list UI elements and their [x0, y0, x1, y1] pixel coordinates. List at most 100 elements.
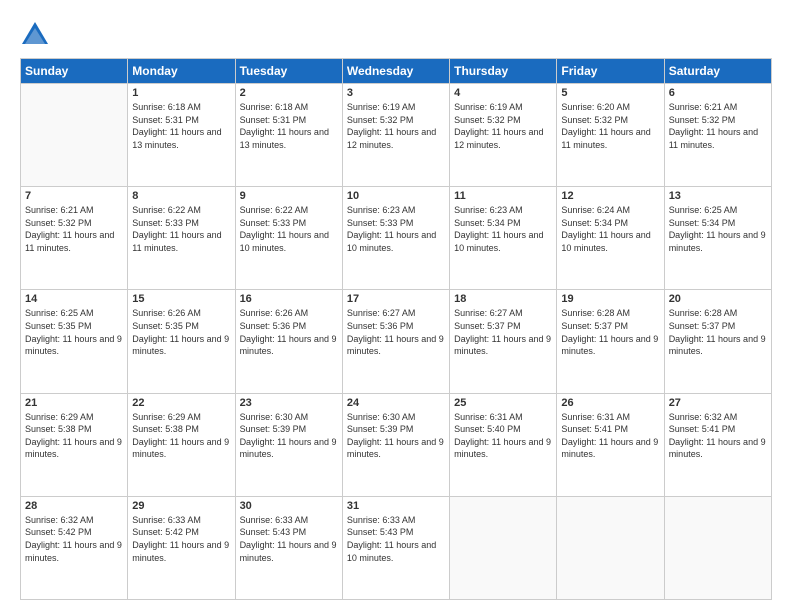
day-number: 17 — [347, 293, 445, 305]
day-info: Sunrise: 6:27 AMSunset: 5:37 PMDaylight:… — [454, 307, 552, 357]
calendar-cell — [557, 496, 664, 599]
calendar-cell: 10 Sunrise: 6:23 AMSunset: 5:33 PMDayligh… — [342, 187, 449, 290]
day-info: Sunrise: 6:33 AMSunset: 5:43 PMDaylight:… — [347, 514, 445, 564]
calendar-cell — [664, 496, 771, 599]
calendar-cell: 19 Sunrise: 6:28 AMSunset: 5:37 PMDayligh… — [557, 290, 664, 393]
weekday-header-tuesday: Tuesday — [235, 59, 342, 84]
day-info: Sunrise: 6:31 AMSunset: 5:41 PMDaylight:… — [561, 411, 659, 461]
day-number: 3 — [347, 87, 445, 99]
weekday-header-monday: Monday — [128, 59, 235, 84]
calendar-cell: 1 Sunrise: 6:18 AMSunset: 5:31 PMDaylight… — [128, 84, 235, 187]
calendar-cell: 15 Sunrise: 6:26 AMSunset: 5:35 PMDayligh… — [128, 290, 235, 393]
day-number: 2 — [240, 87, 338, 99]
logo-icon — [20, 18, 50, 48]
day-info: Sunrise: 6:26 AMSunset: 5:35 PMDaylight:… — [132, 307, 230, 357]
day-info: Sunrise: 6:29 AMSunset: 5:38 PMDaylight:… — [132, 411, 230, 461]
calendar-cell: 8 Sunrise: 6:22 AMSunset: 5:33 PMDaylight… — [128, 187, 235, 290]
calendar-cell: 6Sunrise: 6:21 AMSunset: 5:32 PMDaylight… — [664, 84, 771, 187]
day-info: Sunrise: 6:26 AMSunset: 5:36 PMDaylight:… — [240, 307, 338, 357]
calendar-cell: 18 Sunrise: 6:27 AMSunset: 5:37 PMDayligh… — [450, 290, 557, 393]
calendar-table: SundayMondayTuesdayWednesdayThursdayFrid… — [20, 58, 772, 600]
calendar-cell: 14Sunrise: 6:25 AMSunset: 5:35 PMDayligh… — [21, 290, 128, 393]
day-info: Sunrise: 6:28 AMSunset: 5:37 PMDaylight:… — [561, 307, 659, 357]
day-info: Sunrise: 6:32 AMSunset: 5:41 PMDaylight:… — [669, 411, 767, 461]
day-info: Sunrise: 6:25 AMSunset: 5:34 PMDaylight:… — [669, 204, 767, 254]
day-info: Sunrise: 6:32 AMSunset: 5:42 PMDaylight:… — [25, 514, 123, 564]
day-info: Sunrise: 6:21 AMSunset: 5:32 PMDaylight:… — [669, 101, 767, 151]
day-number: 31 — [347, 500, 445, 512]
day-number: 15 — [132, 293, 230, 305]
day-info: Sunrise: 6:20 AMSunset: 5:32 PMDaylight:… — [561, 101, 659, 151]
calendar-week-4: 28 Sunrise: 6:32 AMSunset: 5:42 PMDayligh… — [21, 496, 772, 599]
weekday-header-wednesday: Wednesday — [342, 59, 449, 84]
weekday-header-thursday: Thursday — [450, 59, 557, 84]
day-number: 18 — [454, 293, 552, 305]
day-number: 9 — [240, 190, 338, 202]
calendar-header-row: SundayMondayTuesdayWednesdayThursdayFrid… — [21, 59, 772, 84]
header — [20, 18, 772, 48]
day-number: 21 — [25, 397, 123, 409]
calendar-cell: 26 Sunrise: 6:31 AMSunset: 5:41 PMDayligh… — [557, 393, 664, 496]
day-info: Sunrise: 6:24 AMSunset: 5:34 PMDaylight:… — [561, 204, 659, 254]
day-info: Sunrise: 6:18 AMSunset: 5:31 PMDaylight:… — [240, 101, 338, 151]
day-number: 14 — [25, 293, 123, 305]
day-info: Sunrise: 6:19 AMSunset: 5:32 PMDaylight:… — [347, 101, 445, 151]
day-info: Sunrise: 6:28 AMSunset: 5:37 PMDaylight:… — [669, 307, 767, 357]
day-number: 12 — [561, 190, 659, 202]
day-number: 29 — [132, 500, 230, 512]
day-info: Sunrise: 6:21 AMSunset: 5:32 PMDaylight:… — [25, 204, 123, 254]
day-number: 22 — [132, 397, 230, 409]
day-number: 8 — [132, 190, 230, 202]
day-info: Sunrise: 6:33 AMSunset: 5:42 PMDaylight:… — [132, 514, 230, 564]
page: SundayMondayTuesdayWednesdayThursdayFrid… — [0, 0, 792, 612]
calendar-cell — [450, 496, 557, 599]
calendar-week-2: 14Sunrise: 6:25 AMSunset: 5:35 PMDayligh… — [21, 290, 772, 393]
calendar-week-3: 21 Sunrise: 6:29 AMSunset: 5:38 PMDayligh… — [21, 393, 772, 496]
calendar-cell: 9 Sunrise: 6:22 AMSunset: 5:33 PMDaylight… — [235, 187, 342, 290]
day-number: 19 — [561, 293, 659, 305]
calendar-week-1: 7 Sunrise: 6:21 AMSunset: 5:32 PMDaylight… — [21, 187, 772, 290]
calendar-cell: 31 Sunrise: 6:33 AMSunset: 5:43 PMDayligh… — [342, 496, 449, 599]
day-info: Sunrise: 6:31 AMSunset: 5:40 PMDaylight:… — [454, 411, 552, 461]
day-info: Sunrise: 6:23 AMSunset: 5:34 PMDaylight:… — [454, 204, 552, 254]
weekday-header-friday: Friday — [557, 59, 664, 84]
day-info: Sunrise: 6:30 AMSunset: 5:39 PMDaylight:… — [240, 411, 338, 461]
calendar-cell: 25 Sunrise: 6:31 AMSunset: 5:40 PMDayligh… — [450, 393, 557, 496]
calendar-cell: 23 Sunrise: 6:30 AMSunset: 5:39 PMDayligh… — [235, 393, 342, 496]
calendar-cell: 2 Sunrise: 6:18 AMSunset: 5:31 PMDaylight… — [235, 84, 342, 187]
day-number: 27 — [669, 397, 767, 409]
day-number: 26 — [561, 397, 659, 409]
day-number: 23 — [240, 397, 338, 409]
day-number: 25 — [454, 397, 552, 409]
weekday-header-sunday: Sunday — [21, 59, 128, 84]
day-number: 24 — [347, 397, 445, 409]
day-number: 30 — [240, 500, 338, 512]
calendar-week-0: 1 Sunrise: 6:18 AMSunset: 5:31 PMDaylight… — [21, 84, 772, 187]
day-info: Sunrise: 6:23 AMSunset: 5:33 PMDaylight:… — [347, 204, 445, 254]
day-info: Sunrise: 6:18 AMSunset: 5:31 PMDaylight:… — [132, 101, 230, 151]
calendar-cell: 24 Sunrise: 6:30 AMSunset: 5:39 PMDayligh… — [342, 393, 449, 496]
calendar-cell: 5Sunrise: 6:20 AMSunset: 5:32 PMDaylight… — [557, 84, 664, 187]
calendar-cell: 16 Sunrise: 6:26 AMSunset: 5:36 PMDayligh… — [235, 290, 342, 393]
day-number: 10 — [347, 190, 445, 202]
day-info: Sunrise: 6:22 AMSunset: 5:33 PMDaylight:… — [132, 204, 230, 254]
day-info: Sunrise: 6:30 AMSunset: 5:39 PMDaylight:… — [347, 411, 445, 461]
day-info: Sunrise: 6:29 AMSunset: 5:38 PMDaylight:… — [25, 411, 123, 461]
calendar-cell: 12 Sunrise: 6:24 AMSunset: 5:34 PMDayligh… — [557, 187, 664, 290]
calendar-cell: 22 Sunrise: 6:29 AMSunset: 5:38 PMDayligh… — [128, 393, 235, 496]
day-info: Sunrise: 6:19 AMSunset: 5:32 PMDaylight:… — [454, 101, 552, 151]
day-number: 4 — [454, 87, 552, 99]
logo — [20, 18, 56, 48]
calendar-cell: 21 Sunrise: 6:29 AMSunset: 5:38 PMDayligh… — [21, 393, 128, 496]
calendar-cell — [21, 84, 128, 187]
day-number: 1 — [132, 87, 230, 99]
calendar-cell: 28 Sunrise: 6:32 AMSunset: 5:42 PMDayligh… — [21, 496, 128, 599]
day-info: Sunrise: 6:22 AMSunset: 5:33 PMDaylight:… — [240, 204, 338, 254]
day-number: 13 — [669, 190, 767, 202]
day-number: 16 — [240, 293, 338, 305]
day-number: 7 — [25, 190, 123, 202]
day-number: 28 — [25, 500, 123, 512]
calendar-cell: 4 Sunrise: 6:19 AMSunset: 5:32 PMDaylight… — [450, 84, 557, 187]
calendar-cell: 3 Sunrise: 6:19 AMSunset: 5:32 PMDaylight… — [342, 84, 449, 187]
day-number: 20 — [669, 293, 767, 305]
